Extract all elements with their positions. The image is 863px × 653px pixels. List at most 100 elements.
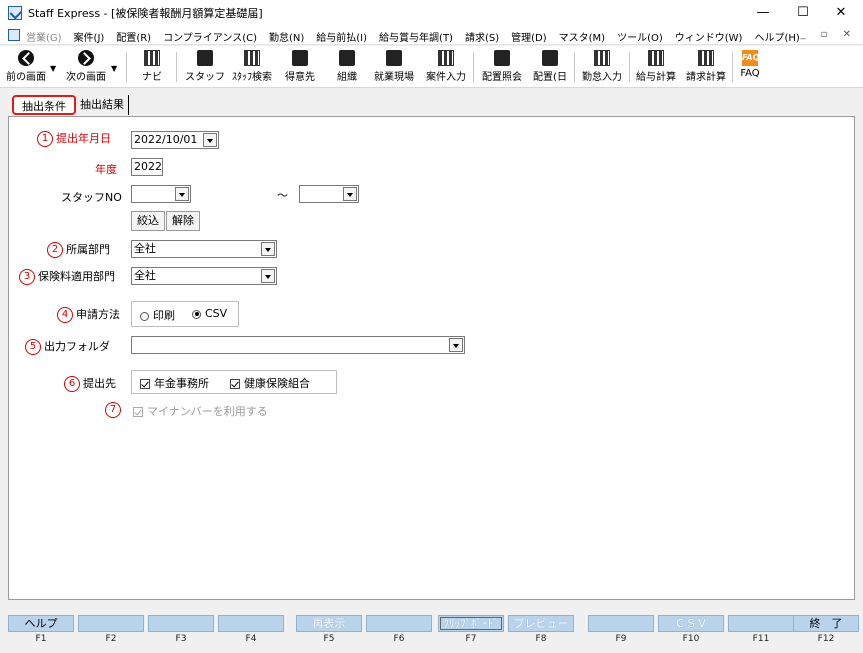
dest-health-checkbox[interactable]: 健康保険組合 — [230, 375, 310, 391]
next-screen-button[interactable]: 次の画面 — [64, 48, 108, 86]
fkey-f10[interactable]: ＣＳＶ F10 — [658, 615, 724, 649]
mynumber-checkbox[interactable]: マイナンバーを利用する — [133, 403, 268, 419]
submit-date-field[interactable]: 2022/10/01 — [131, 131, 219, 149]
f4-button[interactable] — [218, 615, 284, 632]
dept-select[interactable]: 全社 — [131, 240, 277, 258]
method-csv-radio[interactable]: CSV — [192, 307, 227, 320]
staff-icon — [197, 50, 213, 66]
menu-tools[interactable]: ツール(O) — [617, 29, 663, 44]
fkey-f11[interactable]: F11 — [728, 615, 794, 649]
f2-button[interactable] — [78, 615, 144, 632]
prev-screen-button[interactable]: 前の画面 — [4, 48, 48, 86]
minimize-button[interactable]: — — [743, 0, 783, 26]
fkey-f9[interactable]: F9 — [588, 615, 654, 649]
help-button[interactable]: ヘルプ — [8, 615, 74, 632]
step-badge-7: 7 — [105, 402, 121, 418]
clear-button[interactable]: 解除 — [166, 211, 200, 231]
menu-sales[interactable]: 営業(G) — [26, 29, 62, 44]
fkey-f6[interactable]: F6 — [366, 615, 432, 649]
client-icon — [292, 50, 308, 66]
toolbar-separator — [176, 52, 177, 82]
csv-button[interactable]: ＣＳＶ — [658, 615, 724, 632]
organization-icon — [339, 50, 355, 66]
menu-advance-pay[interactable]: 給与前払(I) — [316, 29, 367, 44]
assign-view-icon — [494, 50, 510, 66]
fkey-f4[interactable]: F4 — [218, 615, 284, 649]
fkey-f2[interactable]: F2 — [78, 615, 144, 649]
fkey-f7[interactable]: ｸﾘｯﾌﾟﾎﾞｰﾄﾞ F7 — [438, 615, 504, 649]
f9-button[interactable] — [588, 615, 654, 632]
chevron-down-icon[interactable] — [449, 338, 463, 352]
insurance-dept-select[interactable]: 全社 — [131, 267, 277, 285]
menu-payroll[interactable]: 給与賞与年調(T) — [379, 29, 453, 44]
menu-help[interactable]: ヘルプ(H) — [754, 29, 799, 44]
fkey-f5[interactable]: 再表示 F5 — [296, 615, 362, 649]
billing-icon — [698, 50, 714, 66]
next-dropdown-icon[interactable]: ▼ — [111, 64, 117, 73]
checkbox-disabled-icon — [133, 407, 143, 417]
toolbar-separator — [473, 52, 474, 82]
menu-attendance[interactable]: 勤怠(N) — [269, 29, 304, 44]
preview-button[interactable]: プレビュー — [508, 615, 574, 632]
arrow-right-icon — [78, 50, 94, 66]
destination-group: 年金事務所 健康保険組合 — [131, 370, 337, 394]
filter-button[interactable]: 絞込 — [131, 211, 165, 231]
navi-icon — [144, 50, 160, 66]
assign-view-button[interactable]: 配置照会 — [478, 48, 526, 86]
menu-window[interactable]: ウィンドウ(W) — [675, 29, 743, 44]
client-button[interactable]: 得意先 — [280, 48, 320, 86]
faq-button[interactable]: FAQ FAQ — [736, 48, 764, 86]
f6-button[interactable] — [366, 615, 432, 632]
tab-conditions[interactable]: 抽出条件 — [12, 95, 76, 115]
chevron-down-icon[interactable] — [261, 269, 275, 283]
refresh-button[interactable]: 再表示 — [296, 615, 362, 632]
staff-button[interactable]: スタッフ — [184, 48, 226, 86]
output-folder-field[interactable] — [131, 336, 465, 354]
menu-billing[interactable]: 請求(S) — [465, 29, 499, 44]
staff-no-to-field[interactable] — [299, 185, 359, 203]
fkey-f3[interactable]: F3 — [148, 615, 214, 649]
fkey-f8[interactable]: プレビュー F8 — [508, 615, 574, 649]
payroll-calc-button[interactable]: 給与計算 — [632, 48, 680, 86]
attendance-input-button[interactable]: 勤怠入力 — [578, 48, 626, 86]
close-button[interactable]: ✕ — [821, 0, 861, 26]
staff-search-button[interactable]: ｽﾀｯﾌ検索 — [230, 48, 274, 86]
assign-day-button[interactable]: 配置(日 — [530, 48, 570, 86]
f3-button[interactable] — [148, 615, 214, 632]
chevron-down-icon[interactable] — [343, 187, 357, 201]
work-site-button[interactable]: 就業現場 — [370, 48, 418, 86]
billing-calc-button[interactable]: 請求計算 — [682, 48, 730, 86]
fiscal-year-field[interactable]: 2022 — [131, 158, 163, 176]
navi-button[interactable]: ナビ — [134, 48, 170, 86]
exit-button[interactable]: 終 了 — [793, 615, 859, 632]
maximize-button[interactable]: ☐ — [783, 0, 823, 26]
staff-search-icon — [244, 50, 260, 66]
staff-no-from-field[interactable] — [131, 185, 191, 203]
menu-master[interactable]: マスタ(M) — [559, 29, 605, 44]
menu-compliance[interactable]: コンプライアンス(C) — [163, 29, 257, 44]
tab-results[interactable]: 抽出結果 — [80, 95, 129, 115]
f11-button[interactable] — [728, 615, 794, 632]
menu-admin[interactable]: 管理(D) — [511, 29, 547, 44]
method-print-radio[interactable]: 印刷 — [140, 307, 175, 323]
organization-button[interactable]: 組織 — [330, 48, 364, 86]
case-input-icon — [438, 50, 454, 66]
clipboard-button[interactable]: ｸﾘｯﾌﾟﾎﾞｰﾄﾞ — [438, 615, 504, 632]
work-site-icon — [386, 50, 402, 66]
destination-label: 6 提出先 — [64, 375, 116, 392]
fkey-f12[interactable]: 終 了 F12 — [793, 615, 859, 649]
menu-case[interactable]: 案件(J) — [74, 29, 105, 44]
menu-assign[interactable]: 配置(R) — [116, 29, 151, 44]
case-input-button[interactable]: 案件入力 — [422, 48, 470, 86]
method-label: 4 申請方法 — [57, 306, 120, 323]
chevron-down-icon[interactable] — [261, 242, 275, 256]
chevron-down-icon[interactable] — [175, 187, 189, 201]
fkey-f1[interactable]: ヘルプ F1 — [8, 615, 74, 649]
step-badge-5: 5 — [25, 339, 41, 355]
mdi-window-controls[interactable]: _ ▫ ✕ — [800, 29, 857, 40]
toolbar-separator — [732, 52, 733, 82]
chevron-down-icon[interactable] — [203, 133, 217, 147]
mdi-app-icon — [8, 29, 20, 41]
dest-pension-checkbox[interactable]: 年金事務所 — [140, 375, 209, 391]
prev-dropdown-icon[interactable]: ▼ — [50, 64, 56, 73]
